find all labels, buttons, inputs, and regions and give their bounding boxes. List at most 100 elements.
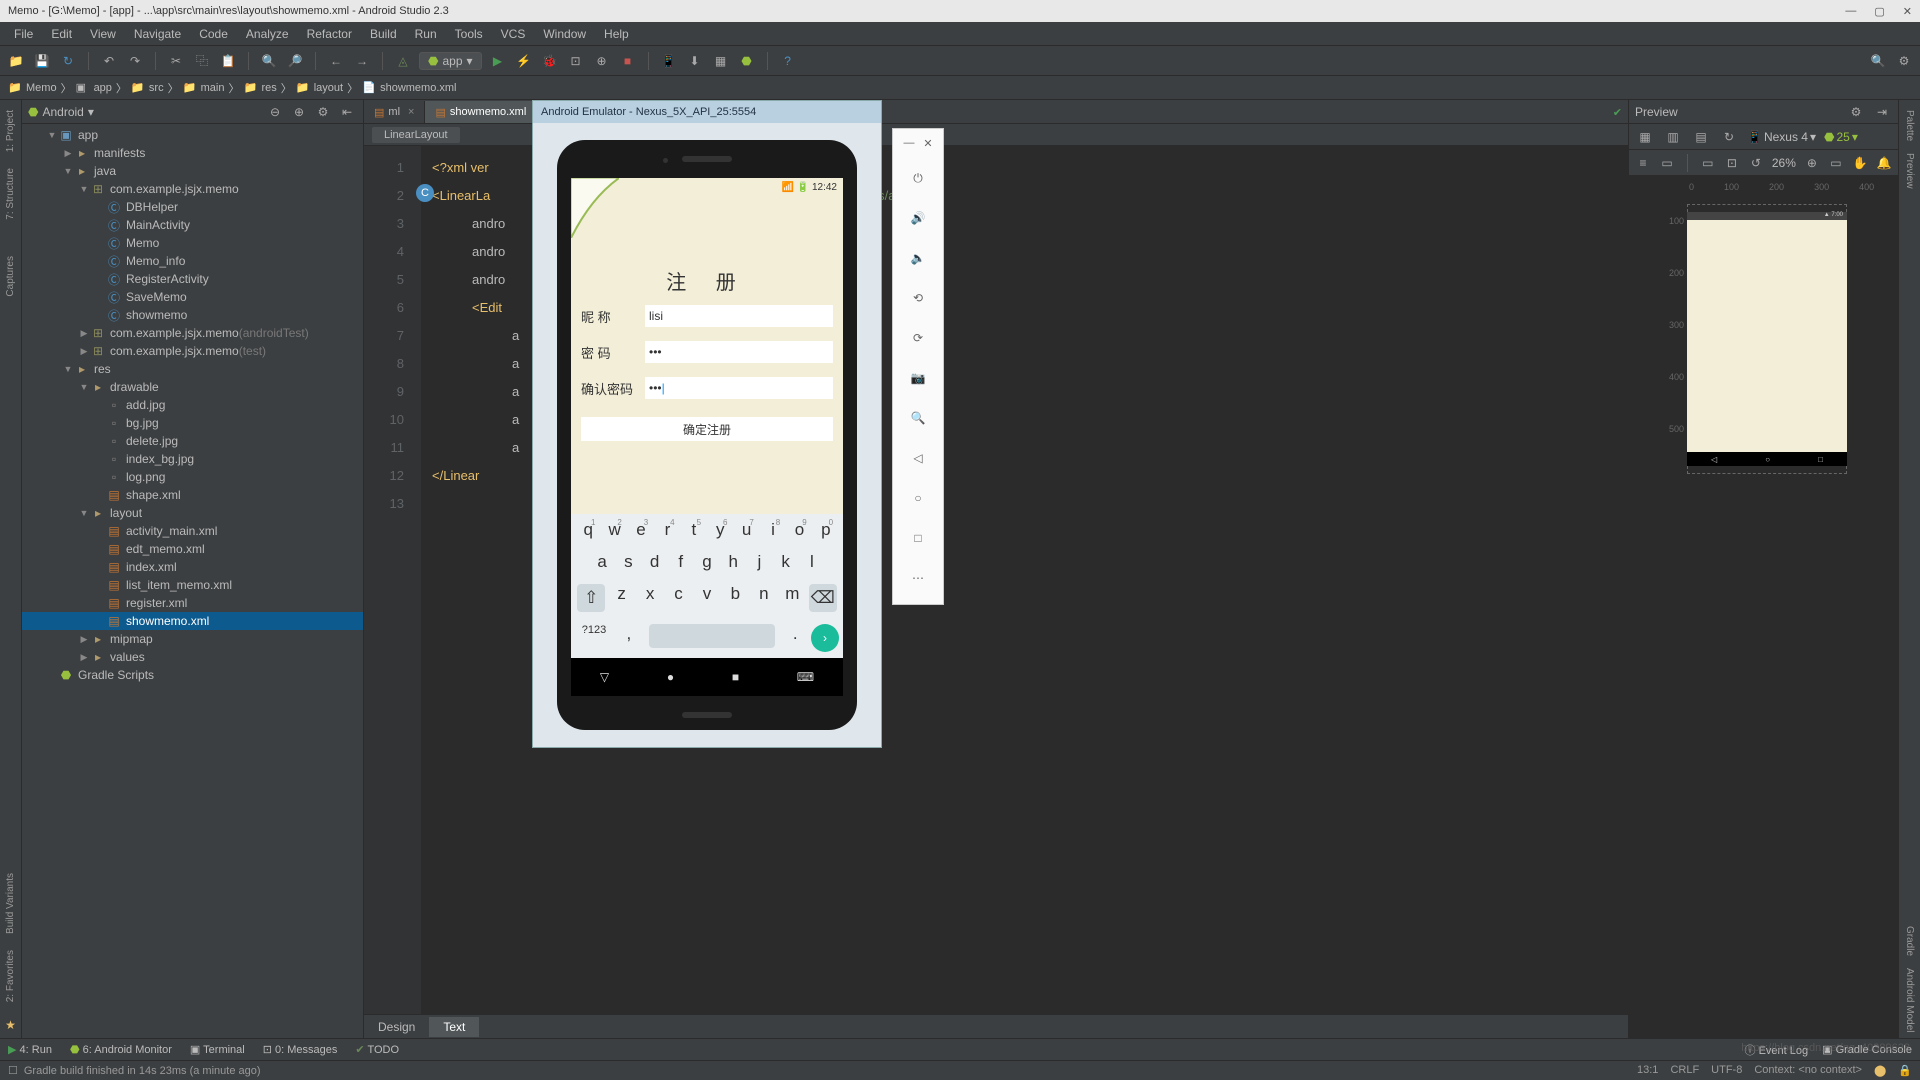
tree-node[interactable]: ▤index.xml xyxy=(22,558,363,576)
search-everywhere-icon[interactable]: 🔍 xyxy=(1868,51,1888,71)
back-icon[interactable]: ← xyxy=(326,51,346,71)
save-icon[interactable]: 💾 xyxy=(32,51,52,71)
tree-node[interactable]: ▫log.png xyxy=(22,468,363,486)
tab-gradle[interactable]: Gradle xyxy=(1902,920,1917,962)
key-t[interactable]: t5 xyxy=(681,520,707,540)
key-b[interactable]: b xyxy=(721,584,749,612)
hide-icon[interactable]: ⇤ xyxy=(337,102,357,122)
tab-build-variants[interactable]: Build Variants xyxy=(3,867,18,940)
key-r[interactable]: r4 xyxy=(654,520,680,540)
undo-icon[interactable]: ↶ xyxy=(99,51,119,71)
emulator-screen[interactable]: ▢ 📶 🔋 12:42 注 册 昵 称 lisi 密 码 ••• 确认密码 ••… xyxy=(571,178,843,696)
zoom-reset-icon[interactable]: ↺ xyxy=(1748,153,1764,173)
menu-help[interactable]: Help xyxy=(596,25,637,43)
breadcrumb-item[interactable]: 〉 📁layout xyxy=(281,80,343,96)
key-s[interactable]: s xyxy=(615,552,641,572)
tree-node[interactable]: ⬣Gradle Scripts xyxy=(22,666,363,684)
forward-icon[interactable]: → xyxy=(352,51,372,71)
breadcrumb-item[interactable]: 〉 ▣app xyxy=(61,80,112,96)
redo-icon[interactable]: ↷ xyxy=(125,51,145,71)
menu-build[interactable]: Build xyxy=(362,25,405,43)
cut-icon[interactable]: ✂ xyxy=(166,51,186,71)
key-i[interactable]: i8 xyxy=(760,520,786,540)
window-maximize[interactable]: ▢ xyxy=(1874,5,1884,18)
key-d[interactable]: d xyxy=(641,552,667,572)
view-mode-icon[interactable]: ▦ xyxy=(1635,127,1655,147)
context-label[interactable]: Context: <no context> xyxy=(1754,1064,1862,1077)
tab-run[interactable]: ▶ 4: Run xyxy=(8,1043,52,1056)
tree-node[interactable]: ⒸSaveMemo xyxy=(22,288,363,306)
editor-tab[interactable]: ▤ ml× xyxy=(364,101,425,123)
period-key[interactable]: . xyxy=(779,624,811,652)
tree-node[interactable]: ▫bg.jpg xyxy=(22,414,363,432)
pan-icon[interactable]: ✋ xyxy=(1852,153,1868,173)
nav-home-icon[interactable]: ● xyxy=(667,670,674,684)
nickname-input[interactable]: lisi xyxy=(645,305,833,327)
tree-node[interactable]: ▤activity_main.xml xyxy=(22,522,363,540)
tab-design[interactable]: Design xyxy=(364,1017,429,1037)
key-h[interactable]: h xyxy=(720,552,746,572)
tree-node[interactable]: ▤list_item_memo.xml xyxy=(22,576,363,594)
emu-power-icon[interactable]: ⏻ xyxy=(893,158,943,198)
key-o[interactable]: o9 xyxy=(786,520,812,540)
build-icon[interactable]: ◬ xyxy=(393,51,413,71)
key-y[interactable]: y6 xyxy=(707,520,733,540)
breadcrumb-item[interactable]: 〉 📁main xyxy=(168,80,225,96)
key-v[interactable]: v xyxy=(693,584,721,612)
tab-android-monitor[interactable]: ⬣ 6: Android Monitor xyxy=(70,1043,172,1056)
find-icon[interactable]: 🔍 xyxy=(259,51,279,71)
window-close[interactable]: ✕ xyxy=(1903,5,1912,18)
tab-captures[interactable]: Captures xyxy=(3,250,18,303)
tree-node[interactable]: ▼⊞com.example.jsjx.memo xyxy=(22,180,363,198)
stop-icon[interactable]: ■ xyxy=(618,51,638,71)
blueprint-icon[interactable]: ▥ xyxy=(1663,127,1683,147)
key-m[interactable]: m xyxy=(778,584,806,612)
tree-node[interactable]: Ⓒshowmemo xyxy=(22,306,363,324)
window-minimize[interactable]: — xyxy=(1845,5,1856,18)
tab-structure[interactable]: 7: Structure xyxy=(3,162,18,226)
tab-preview[interactable]: Preview xyxy=(1902,147,1917,195)
shift-key[interactable]: ⇧ xyxy=(577,584,605,612)
memory-indicator-icon[interactable]: 🔒 xyxy=(1898,1064,1912,1077)
tree-node[interactable]: ▶▸values xyxy=(22,648,363,666)
project-tree[interactable]: ▼▣app▶▸manifests▼▸java▼⊞com.example.jsjx… xyxy=(22,124,363,1038)
file-encoding[interactable]: UTF-8 xyxy=(1711,1064,1742,1077)
avd-icon[interactable]: 📱 xyxy=(659,51,679,71)
tab-project[interactable]: 1: Project xyxy=(3,104,18,158)
emu-zoom-icon[interactable]: 🔍 xyxy=(893,398,943,438)
emulator-navbar[interactable]: ▽ ● ■ ⌨ xyxy=(571,658,843,696)
tree-node[interactable]: ⒸMemo_info xyxy=(22,252,363,270)
tree-node[interactable]: ▤edt_memo.xml xyxy=(22,540,363,558)
tree-node[interactable]: ⒸMainActivity xyxy=(22,216,363,234)
menu-navigate[interactable]: Navigate xyxy=(126,25,189,43)
menu-refactor[interactable]: Refactor xyxy=(299,25,360,43)
project-view-selector[interactable]: ⬣ Android ▾ xyxy=(28,105,94,119)
emu-camera-icon[interactable]: 📷 xyxy=(893,358,943,398)
tab-todo[interactable]: ✔ TODO xyxy=(355,1043,399,1056)
tab-text[interactable]: Text xyxy=(429,1017,479,1037)
tab-terminal[interactable]: ▣ Terminal xyxy=(190,1043,245,1056)
menu-run[interactable]: Run xyxy=(407,25,445,43)
menu-vcs[interactable]: VCS xyxy=(493,25,534,43)
emu-more-icon[interactable]: ⋯ xyxy=(893,558,943,598)
nav-keyboard-icon[interactable]: ⌨ xyxy=(797,670,814,684)
both-icon[interactable]: ▤ xyxy=(1691,127,1711,147)
breadcrumb-item[interactable]: 〉 📁src xyxy=(116,80,164,96)
tree-node[interactable]: ▼▸drawable xyxy=(22,378,363,396)
attach-icon[interactable]: ⊕ xyxy=(592,51,612,71)
key-g[interactable]: g xyxy=(694,552,720,572)
sdk-icon[interactable]: ⬇ xyxy=(685,51,705,71)
key-j[interactable]: j xyxy=(746,552,772,572)
code-breadcrumb[interactable]: LinearLayout xyxy=(372,127,460,143)
emu-back-icon[interactable]: ◁ xyxy=(893,438,943,478)
menu-code[interactable]: Code xyxy=(191,25,236,43)
emu-home-icon[interactable]: ○ xyxy=(893,478,943,518)
key-z[interactable]: z xyxy=(607,584,635,612)
emulator-window[interactable]: Android Emulator - Nexus_5X_API_25:5554 … xyxy=(532,100,882,748)
layout-inspector-icon[interactable]: ▦ xyxy=(711,51,731,71)
soft-keyboard[interactable]: q1w2e3r4t5y6u7i8o9p0 asdfghjkl ⇧ zxcvbnm… xyxy=(571,514,843,658)
tree-node[interactable]: ▫delete.jpg xyxy=(22,432,363,450)
locale-icon[interactable]: ▭ xyxy=(1659,153,1675,173)
inspection-indicator-icon[interactable]: ⬤ xyxy=(1874,1064,1886,1077)
tree-node[interactable]: ▶▸mipmap xyxy=(22,630,363,648)
